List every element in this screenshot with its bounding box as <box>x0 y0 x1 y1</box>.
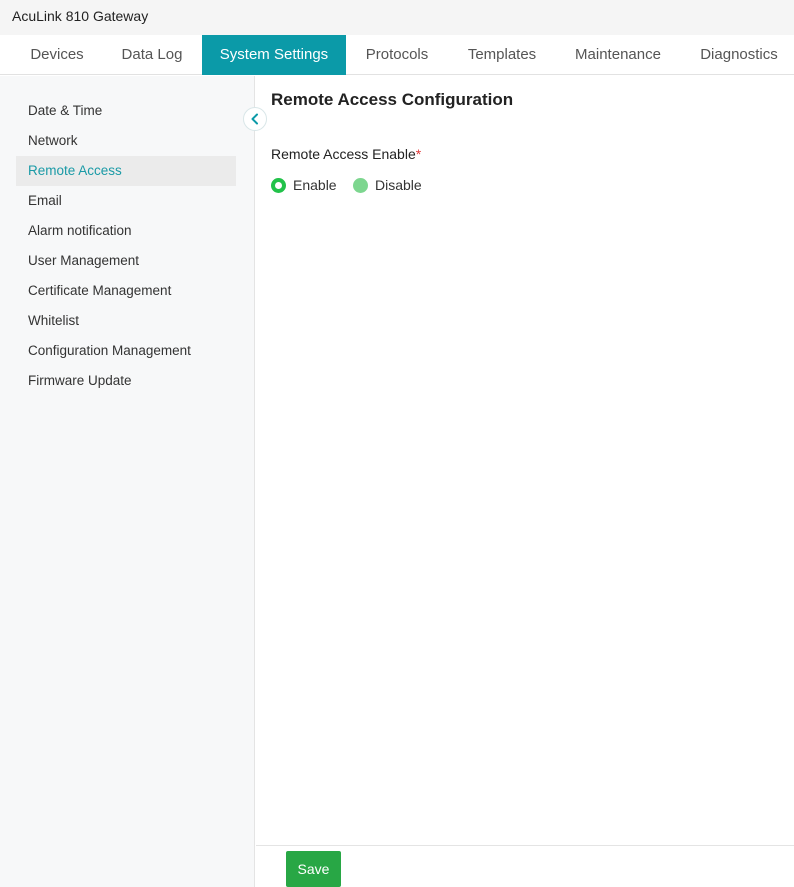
tab-protocols[interactable]: Protocols <box>352 35 442 74</box>
radio-enable[interactable]: Enable <box>271 176 341 196</box>
top-nav-tabs: Devices Data Log System Settings Protoco… <box>0 35 794 75</box>
save-button[interactable]: Save <box>286 851 341 887</box>
tab-diagnostics[interactable]: Diagnostics <box>686 35 792 74</box>
page-title: Remote Access Configuration <box>271 90 514 109</box>
radio-checked-icon <box>271 178 286 193</box>
chevron-left-icon <box>251 113 258 125</box>
sidebar-collapse-button[interactable] <box>243 107 267 131</box>
sidebar-item-network[interactable]: Network <box>16 126 236 156</box>
field-label-text: Remote Access Enable <box>271 146 416 162</box>
tab-maintenance[interactable]: Maintenance <box>562 35 674 74</box>
sidebar-item-whitelist[interactable]: Whitelist <box>16 306 236 336</box>
sidebar-item-email[interactable]: Email <box>16 186 236 216</box>
tab-templates[interactable]: Templates <box>452 35 552 74</box>
radio-disable[interactable]: Disable <box>353 176 427 196</box>
settings-sidebar: Date & Time Network Remote Access Email … <box>0 76 255 887</box>
sidebar-item-alarm-notification[interactable]: Alarm notification <box>16 216 236 246</box>
tab-devices[interactable]: Devices <box>16 35 98 74</box>
tab-data-log[interactable]: Data Log <box>106 35 198 74</box>
radio-enable-label: Enable <box>293 177 337 193</box>
app-title-bar: AcuLink 810 Gateway <box>0 0 794 35</box>
remote-access-enable-label: Remote Access Enable* <box>271 146 421 162</box>
sidebar-item-remote-access[interactable]: Remote Access <box>16 156 236 186</box>
sidebar-item-certificate-management[interactable]: Certificate Management <box>16 276 236 306</box>
sidebar-item-configuration-management[interactable]: Configuration Management <box>16 336 236 366</box>
app-title: AcuLink 810 Gateway <box>12 8 149 24</box>
sidebar-item-user-management[interactable]: User Management <box>16 246 236 276</box>
radio-disable-label: Disable <box>375 177 422 193</box>
sidebar-item-firmware-update[interactable]: Firmware Update <box>16 366 236 396</box>
tab-system-settings[interactable]: System Settings <box>202 35 346 75</box>
sidebar-item-date-time[interactable]: Date & Time <box>16 96 236 126</box>
required-mark: * <box>415 146 422 162</box>
radio-unchecked-icon <box>353 178 368 193</box>
